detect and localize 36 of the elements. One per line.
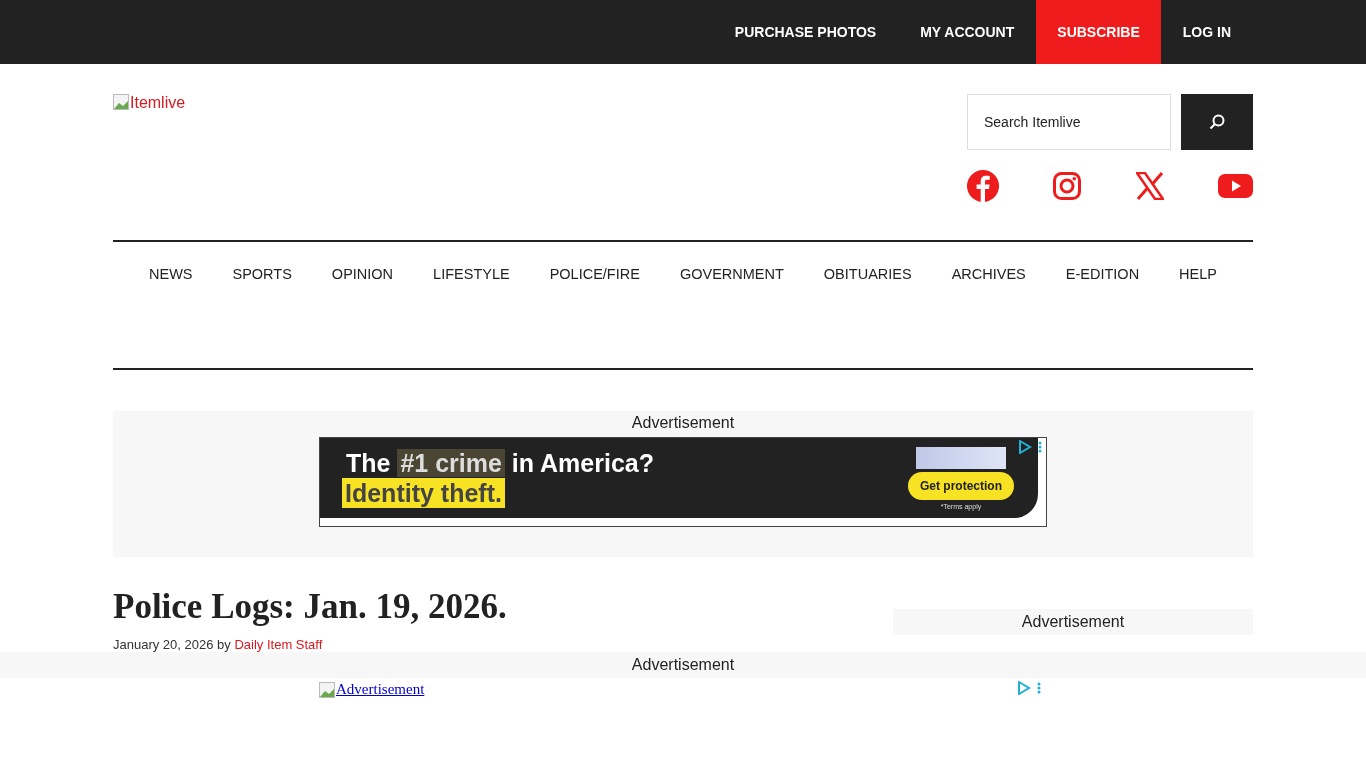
- logo-link[interactable]: Itemlive: [113, 94, 186, 114]
- nav-link[interactable]: OBITUARIES: [803, 242, 932, 306]
- nav-link[interactable]: HELP: [1159, 242, 1237, 306]
- x-logo-icon[interactable]: [1135, 172, 1164, 200]
- nav-link[interactable]: SPORTS: [212, 242, 312, 306]
- nav-link[interactable]: LIFESTYLE: [413, 242, 530, 306]
- top-bar-link[interactable]: MY ACCOUNT: [898, 0, 1037, 64]
- nav-link[interactable]: GOVERNMENT: [659, 242, 804, 306]
- broken-image-icon: [319, 681, 335, 698]
- nav-link[interactable]: NEWS: [129, 242, 213, 306]
- search-icon: [1209, 114, 1225, 130]
- ad-label: Advertisement: [0, 652, 1366, 678]
- nav-link[interactable]: POLICE/FIRE: [529, 242, 660, 306]
- get-protection-button[interactable]: Get protection: [908, 471, 1014, 500]
- top-bar-link[interactable]: PURCHASE PHOTOS: [712, 0, 899, 64]
- ad-headline: The #1 crime in America?: [346, 448, 654, 478]
- top-bar-link[interactable]: LOG IN: [1160, 0, 1253, 64]
- logo-alt-text: Itemlive: [130, 94, 186, 112]
- nav-link[interactable]: OPINION: [311, 242, 414, 306]
- article-title: Police Logs: Jan. 19, 2026.: [113, 587, 508, 627]
- ad-label: Advertisement: [893, 609, 1253, 635]
- nav-link[interactable]: ARCHIVES: [931, 242, 1046, 306]
- ad-image-link[interactable]: Advertisement: [319, 681, 425, 698]
- nav-link[interactable]: E-EDITION: [1045, 242, 1160, 306]
- search-button[interactable]: [1181, 94, 1253, 150]
- youtube-icon[interactable]: [1218, 173, 1253, 199]
- author-link[interactable]: Daily Item Staff: [234, 637, 323, 652]
- facebook-icon[interactable]: [967, 170, 999, 202]
- ad-choices-icon[interactable]: [1018, 440, 1044, 454]
- ad-label: Advertisement: [631, 413, 735, 433]
- search-field[interactable]: Search Itemlive: [967, 94, 1171, 150]
- ad-subline: Identity theft.: [342, 478, 505, 508]
- broken-image-icon: [113, 94, 129, 110]
- instagram-icon[interactable]: [1053, 172, 1082, 200]
- article-date: January 20, 2026 by: [113, 637, 231, 652]
- subscribe-link[interactable]: SUBSCRIBE: [1036, 0, 1161, 64]
